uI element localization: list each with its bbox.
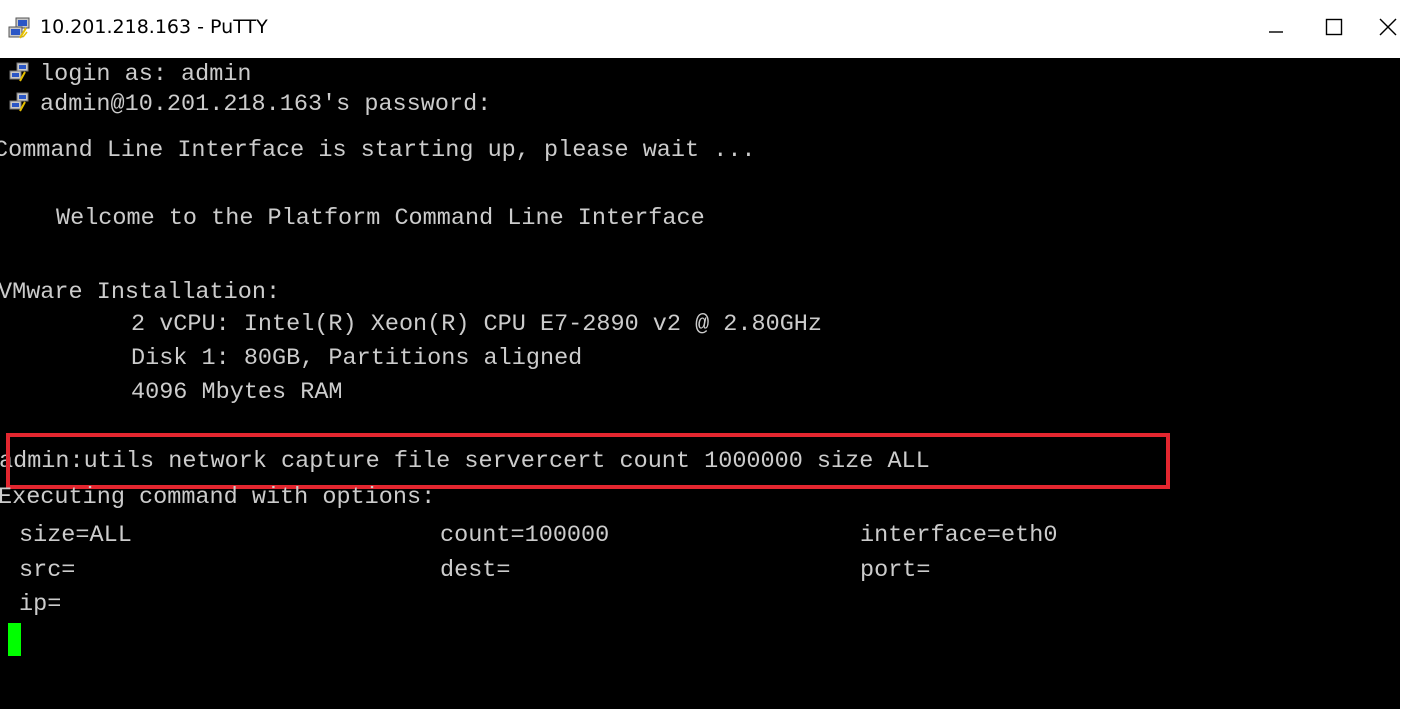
putty-window: 10.201.218.163 - PuTTY login as: admin a…: [0, 0, 1414, 709]
cpu-line: 2 vCPU: Intel(R) Xeon(R) CPU E7-2890 v2 …: [131, 311, 823, 338]
disk-line: Disk 1: 80GB, Partitions aligned: [131, 345, 583, 372]
maximize-button[interactable]: [1304, 0, 1364, 58]
minimize-button[interactable]: [1246, 0, 1306, 58]
minimize-icon: [1266, 17, 1286, 42]
password-line: admin@10.201.218.163's password:: [40, 91, 492, 118]
putty-event-icon: [8, 62, 30, 84]
terminal-screen[interactable]: login as: admin admin@10.201.218.163's p…: [0, 58, 1400, 709]
title-bar[interactable]: 10.201.218.163 - PuTTY: [0, 0, 1414, 58]
executing-line: Executing command with options:: [0, 484, 436, 511]
window-border: [1400, 58, 1414, 709]
putty-event-icon: [8, 92, 30, 114]
option-dest: dest=: [440, 557, 511, 584]
startup-line: Command Line Interface is starting up, p…: [0, 137, 756, 164]
option-port: port=: [860, 557, 931, 584]
command-highlight-box: [6, 433, 1170, 489]
option-src: src=: [19, 557, 76, 584]
option-count: count=100000: [440, 522, 610, 549]
login-line: login as: admin: [40, 61, 252, 88]
option-ip: ip=: [19, 591, 62, 618]
terminal-cursor: [8, 623, 21, 656]
close-button[interactable]: [1358, 0, 1414, 58]
close-icon: [1377, 16, 1399, 43]
maximize-icon: [1324, 17, 1344, 42]
option-size: size=ALL: [19, 522, 132, 549]
option-interface: interface=eth0: [860, 522, 1058, 549]
vmware-line: VMware Installation:: [0, 279, 281, 306]
window-title: 10.201.218.163 - PuTTY: [40, 16, 268, 38]
ram-line: 4096 Mbytes RAM: [131, 379, 343, 406]
welcome-line: Welcome to the Platform Command Line Int…: [56, 205, 705, 232]
putty-computer-icon[interactable]: [6, 16, 32, 42]
